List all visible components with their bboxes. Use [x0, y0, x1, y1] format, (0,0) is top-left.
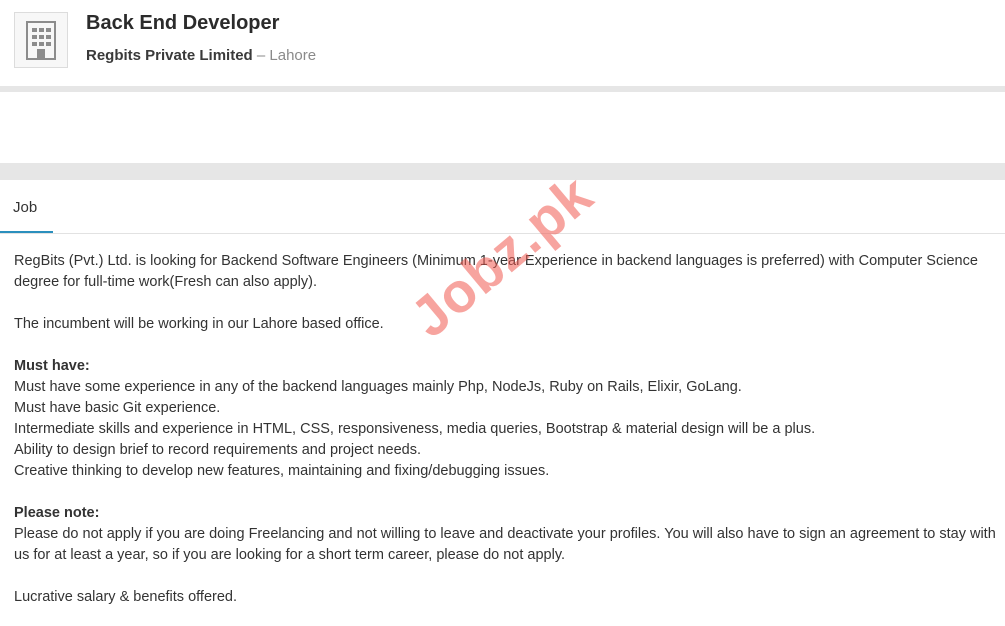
requirement-item: Ability to design brief to record requir… — [14, 442, 422, 458]
description-office: The incumbent will be working in our Lah… — [14, 316, 384, 332]
requirement-item: Creative thinking to develop new feature… — [14, 463, 550, 479]
description-intro: RegBits (Pvt.) Ltd. is looking for Backe… — [14, 253, 978, 290]
company-separator: – — [252, 47, 270, 64]
divider-band — [0, 163, 1005, 180]
company-logo — [14, 12, 68, 68]
company-name[interactable]: Regbits Private Limited — [86, 47, 253, 64]
blank-panel — [0, 92, 1005, 163]
note-heading: Please note: — [14, 505, 100, 521]
job-detail-page: Back End Developer Regbits Private Limit… — [0, 0, 1005, 626]
note-text: Please do not apply if you are doing Fre… — [14, 526, 996, 563]
job-description: RegBits (Pvt.) Ltd. is looking for Backe… — [14, 251, 999, 608]
requirement-item: Must have some experience in any of the … — [14, 379, 742, 395]
job-title: Back End Developer — [86, 12, 280, 34]
job-header: Back End Developer Regbits Private Limit… — [0, 0, 1005, 86]
tab-job[interactable]: Job — [0, 180, 53, 233]
must-have-heading: Must have: — [14, 358, 90, 374]
requirement-item: Must have basic Git experience. — [14, 400, 221, 416]
closing-text: Lucrative salary & benefits offered. — [14, 589, 237, 605]
requirement-item: Intermediate skills and experience in HT… — [14, 421, 816, 437]
company-line: Regbits Private Limited – Lahore — [86, 47, 316, 64]
building-icon — [26, 21, 56, 60]
tab-bar: Job — [0, 180, 1005, 234]
job-location: Lahore — [269, 47, 317, 64]
